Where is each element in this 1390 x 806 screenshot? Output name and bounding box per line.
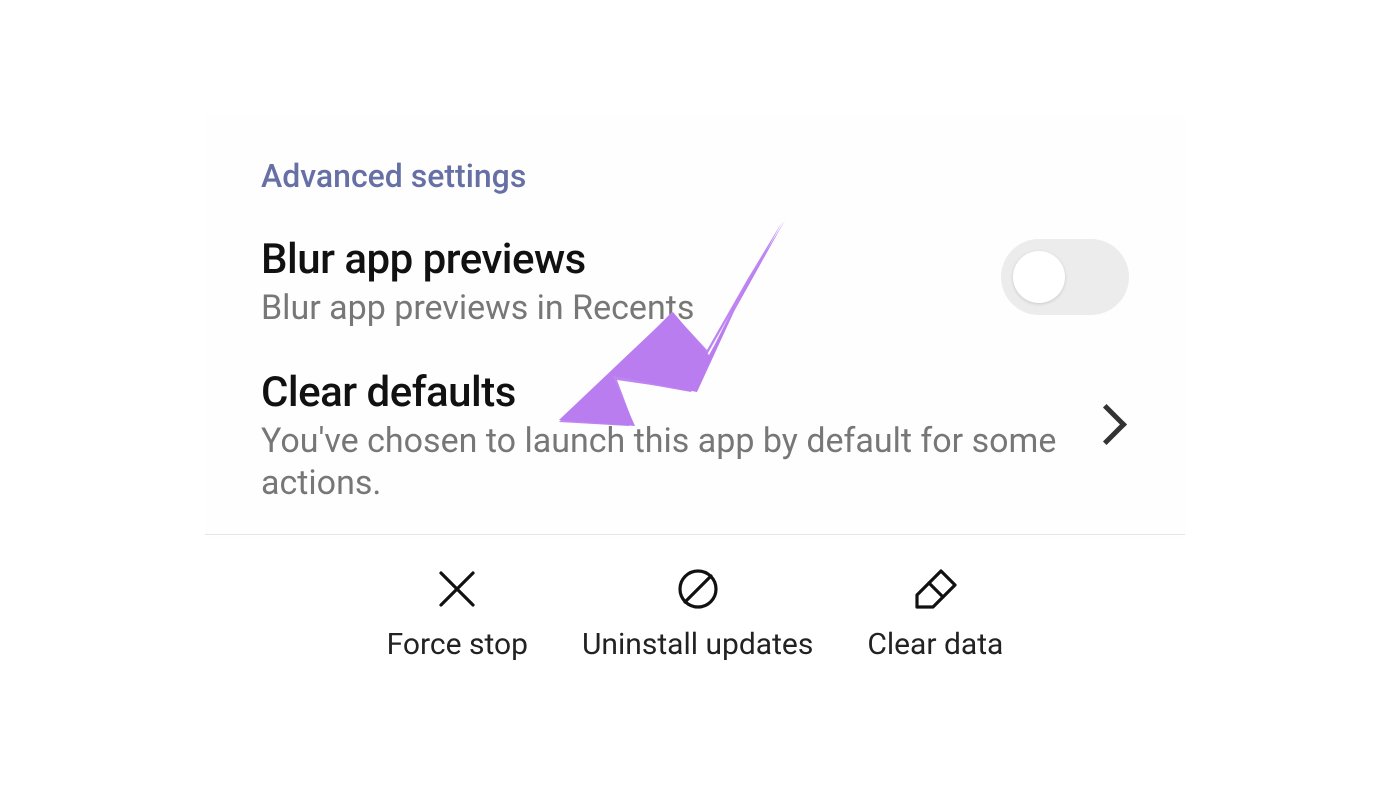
bottom-action-bar: Force stop Uninstall updates Clear data [205,538,1185,688]
chevron-right-icon [1086,404,1127,445]
prohibit-icon [674,565,722,613]
divider [205,534,1185,535]
row-subtitle-clear-defaults: You've chosen to launch this app by defa… [261,420,1068,505]
toggle-blur-previews[interactable] [1001,239,1129,315]
clear-data-button[interactable]: Clear data [867,565,1003,662]
row-text: Clear defaults You've chosen to launch t… [261,370,1068,505]
toggle-knob [1013,251,1065,303]
row-subtitle-blur: Blur app previews in Recents [261,287,977,330]
force-stop-button[interactable]: Force stop [387,565,528,662]
row-clear-defaults[interactable]: Clear defaults You've chosen to launch t… [205,354,1185,509]
section-header-advanced: Advanced settings [205,115,1185,221]
force-stop-label: Force stop [387,627,528,662]
row-blur-app-previews[interactable]: Blur app previews Blur app previews in R… [205,221,1185,334]
uninstall-updates-button[interactable]: Uninstall updates [582,565,813,662]
uninstall-updates-label: Uninstall updates [582,627,813,662]
row-title-blur: Blur app previews [261,237,977,283]
row-text: Blur app previews Blur app previews in R… [261,237,977,330]
eraser-icon [911,565,959,613]
clear-data-label: Clear data [867,627,1003,662]
x-icon [433,565,481,613]
row-title-clear-defaults: Clear defaults [261,370,1068,416]
